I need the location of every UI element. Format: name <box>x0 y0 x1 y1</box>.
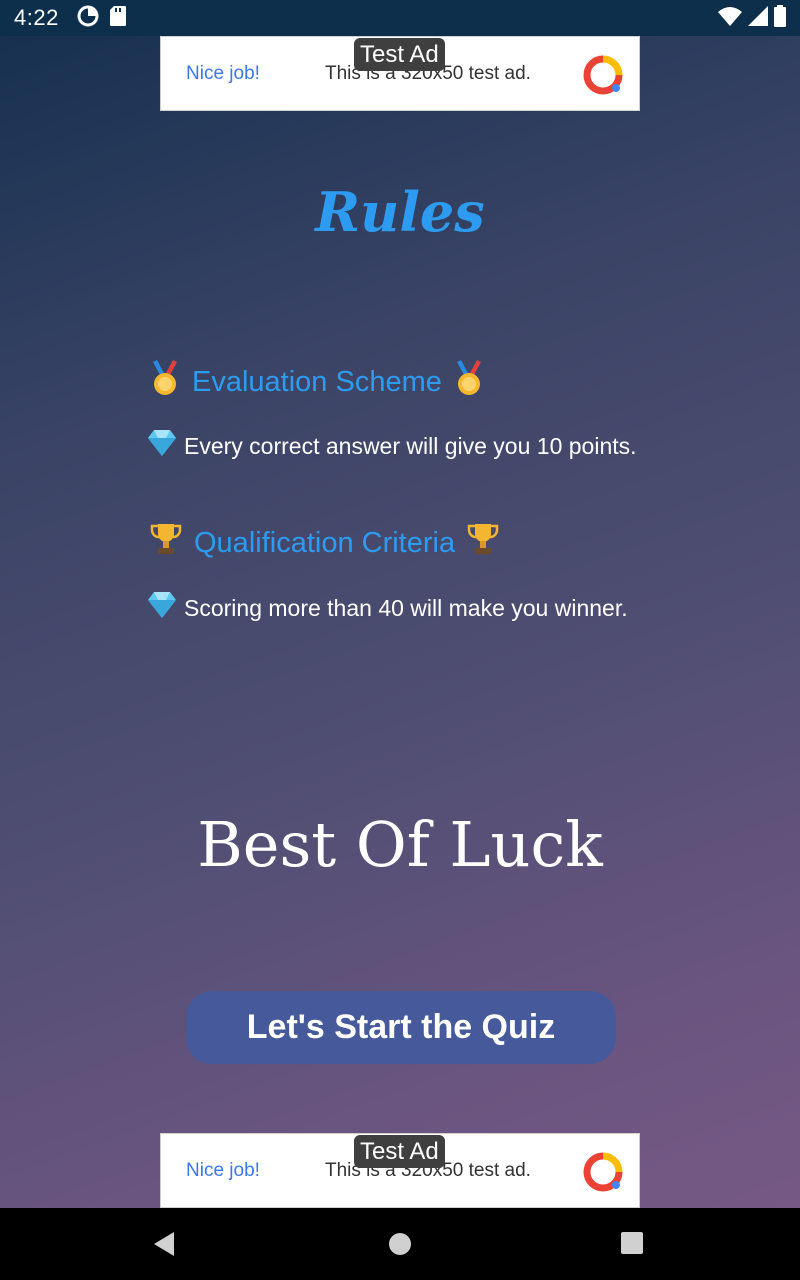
status-icons-left <box>77 5 127 32</box>
trophy-icon <box>467 522 499 564</box>
medal-icon <box>150 360 180 404</box>
ad-headline: Nice job! <box>186 63 260 84</box>
signal-icon <box>748 5 768 31</box>
evaluation-rule: Every correct answer will give you 10 po… <box>148 430 637 462</box>
battery-icon <box>774 4 786 32</box>
status-bar: 4:22 <box>0 0 800 36</box>
trophy-icon <box>150 522 182 564</box>
qualification-rule: Scoring more than 40 will make you winne… <box>148 592 628 624</box>
qualification-rule-text: Scoring more than 40 will make you winne… <box>184 594 628 621</box>
ad-logo-icon <box>583 1152 623 1192</box>
navigation-bar <box>0 1208 800 1280</box>
medal-icon <box>454 360 484 404</box>
ad-headline: Nice job! <box>186 1160 260 1181</box>
back-icon[interactable] <box>152 1232 176 1261</box>
evaluation-heading: Evaluation Scheme <box>150 360 484 404</box>
qualification-heading: Qualification Criteria <box>150 522 499 564</box>
home-icon[interactable] <box>388 1232 412 1261</box>
start-quiz-button[interactable]: Let's Start the Quiz <box>186 991 616 1064</box>
status-icons-right <box>718 4 786 32</box>
diamond-icon <box>148 430 184 462</box>
sd-card-icon <box>109 5 127 32</box>
evaluation-rule-text: Every correct answer will give you 10 po… <box>184 432 637 459</box>
recents-icon[interactable] <box>621 1232 643 1259</box>
best-of-luck-text: Best Of Luck <box>197 808 603 881</box>
ad-banner-top[interactable]: Nice job! This is a 320x50 test ad. Test… <box>160 36 640 111</box>
qualification-heading-label: Qualification Criteria <box>194 526 456 559</box>
wifi-icon <box>718 6 742 31</box>
evaluation-heading-label: Evaluation Scheme <box>192 365 442 398</box>
ad-logo-icon <box>583 55 623 95</box>
ad-tag: Test Ad <box>354 1135 445 1168</box>
status-time: 4:22 <box>14 5 59 30</box>
data-saver-icon <box>77 5 99 32</box>
page-title: Rules <box>315 180 485 244</box>
diamond-icon <box>148 592 184 624</box>
ad-banner-bottom[interactable]: Nice job! This is a 320x50 test ad. Test… <box>160 1133 640 1208</box>
ad-tag: Test Ad <box>354 38 445 71</box>
